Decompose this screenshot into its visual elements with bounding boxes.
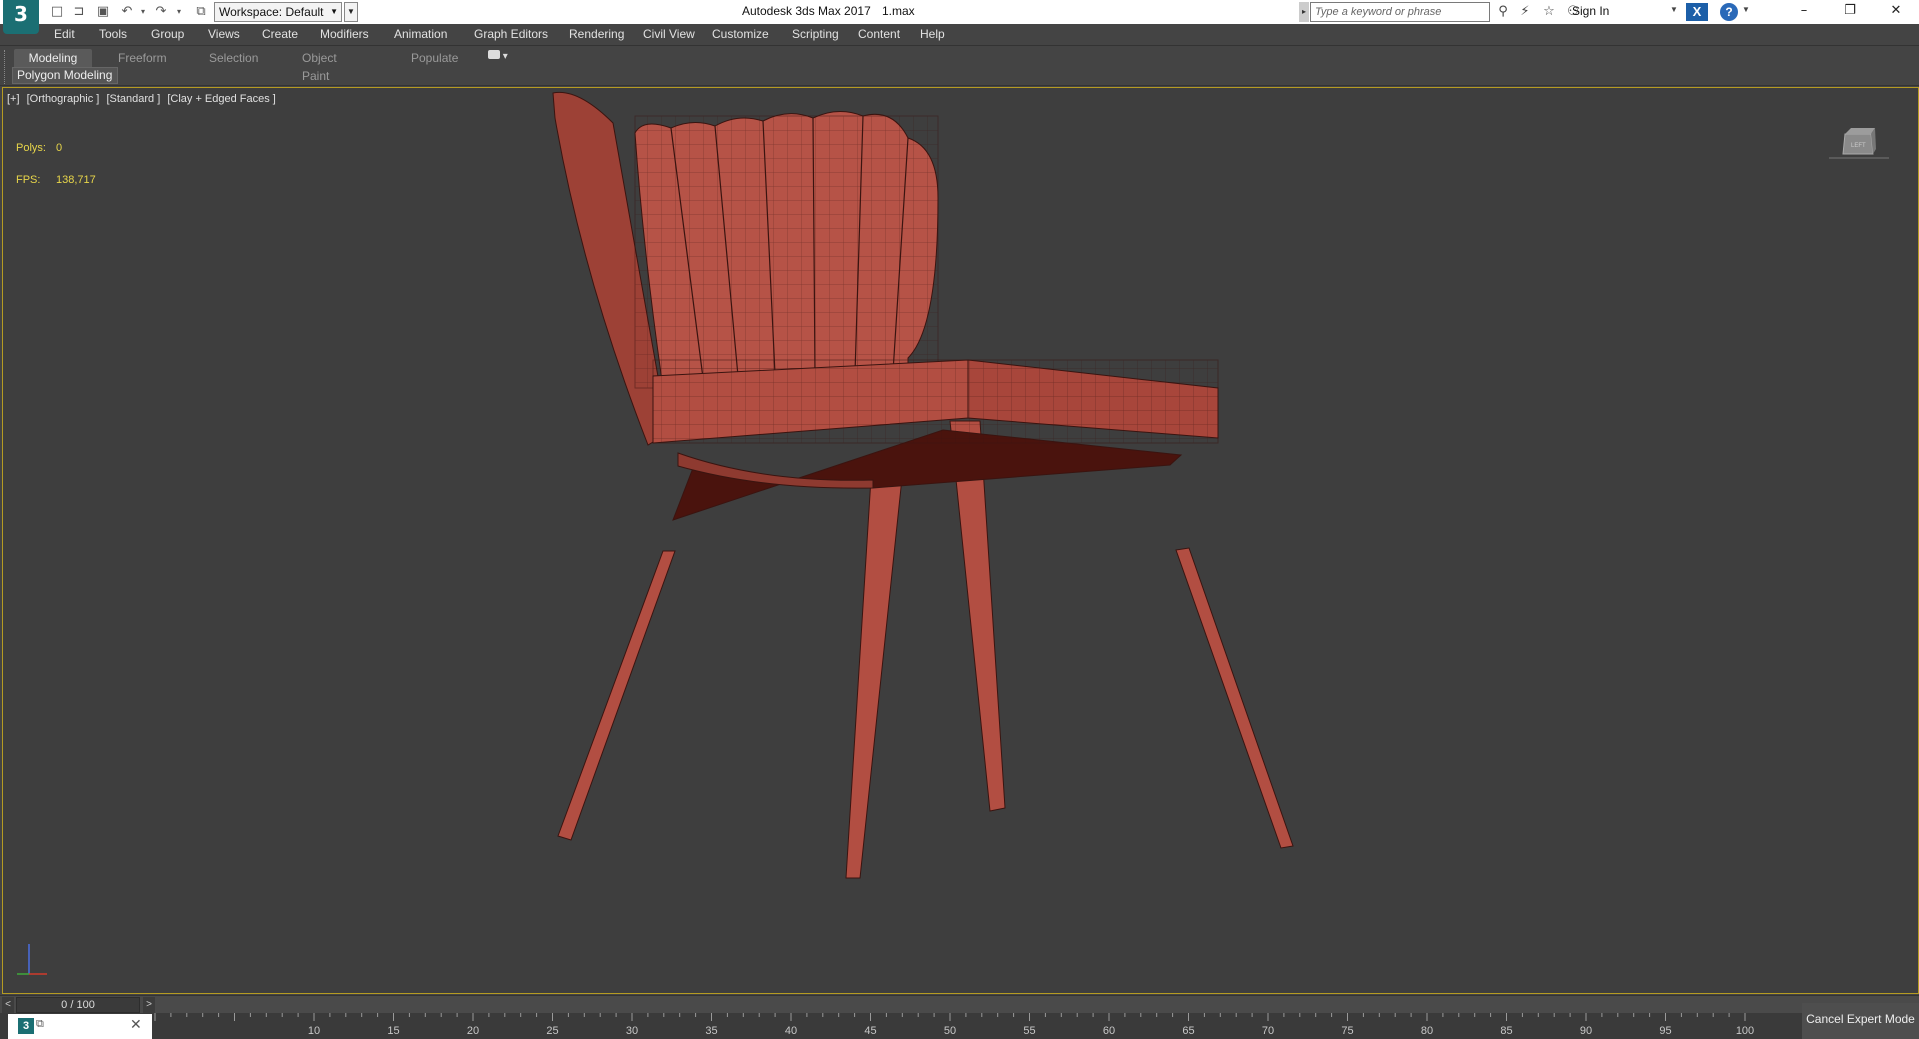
binoculars-icon[interactable]: ⚲ xyxy=(1494,3,1512,21)
close-icon[interactable]: ✕ xyxy=(130,1017,142,1033)
track-bar-ruler: 10 15 20 25 30 35 40 45 50 55 60 65 70 75 80 85 90 95 100 xyxy=(154,1013,1754,1037)
restore-window-icon[interactable]: ⧉ xyxy=(36,1018,44,1031)
redo-dropdown-icon[interactable]: ▾ xyxy=(170,3,188,21)
search-expand-icon[interactable]: ▸ xyxy=(1299,2,1309,22)
viewport-orthographic[interactable]: [+] [Orthographic ] [Standard ] [Clay + … xyxy=(2,87,1919,994)
ruler-tick-label: 55 xyxy=(1023,1025,1035,1037)
ruler-tick-label: 35 xyxy=(705,1025,717,1037)
chair-leg-front-right xyxy=(1175,547,1294,849)
chair-mesh xyxy=(552,91,1294,879)
ruler-tick-label: 95 xyxy=(1659,1025,1671,1037)
ribbon-divider xyxy=(0,85,1919,86)
axis-tripod-icon xyxy=(17,944,47,975)
restore-icon[interactable]: ❐ xyxy=(1827,0,1873,24)
menu-scripting[interactable]: Scripting xyxy=(792,27,839,41)
title-bar: 3 □ ⊐ ▣ ↶ ▾ ↷ ▾ ⧉ Workspace: Default ▼ ▼… xyxy=(0,0,1919,34)
communication-center-icon[interactable]: ⚡ xyxy=(1516,3,1534,21)
chair-model[interactable] xyxy=(3,88,1918,993)
tab-object-paint[interactable]: Object Paint xyxy=(302,49,337,83)
app-logo-icon[interactable]: 3 xyxy=(3,0,39,34)
tab-modeling[interactable]: Modeling xyxy=(14,49,92,67)
favorites-star-icon[interactable]: ☆ xyxy=(1540,3,1558,21)
workspace-dropdown[interactable]: Workspace: Default ▼ xyxy=(214,2,342,22)
ruler-tick-label: 100 xyxy=(1736,1025,1754,1037)
minimize-icon[interactable]: – xyxy=(1781,0,1827,24)
help-icon[interactable]: ? xyxy=(1720,3,1738,21)
new-file-icon[interactable]: □ xyxy=(48,3,66,21)
sign-in-link[interactable]: Sign In xyxy=(1572,4,1609,18)
menu-customize[interactable]: Customize xyxy=(712,27,769,41)
menu-views[interactable]: Views xyxy=(208,27,240,41)
menu-group[interactable]: Group xyxy=(151,27,184,41)
menu-create[interactable]: Create xyxy=(262,27,298,41)
time-slider[interactable]: < 0 / 100 > xyxy=(0,995,1919,1013)
undo-dropdown-icon[interactable]: ▾ xyxy=(134,3,152,21)
app-logo-icon[interactable]: 3 xyxy=(18,1018,34,1034)
tab-populate[interactable]: Populate xyxy=(411,49,458,67)
menu-graph-editors[interactable]: Graph Editors xyxy=(474,27,548,41)
ruler-tick-label: 60 xyxy=(1103,1025,1115,1037)
menu-modifiers[interactable]: Modifiers xyxy=(320,27,369,41)
time-slider-prev-button[interactable]: < xyxy=(2,997,14,1013)
ruler-tick-label: 80 xyxy=(1421,1025,1433,1037)
save-icon[interactable]: ▣ xyxy=(94,3,112,21)
ruler-tick-label: 45 xyxy=(864,1025,876,1037)
viewcube-icon[interactable]: LEFT xyxy=(1829,124,1889,166)
help-dropdown-icon[interactable]: ▼ xyxy=(1742,5,1750,14)
quick-access-customize-button[interactable]: ▼ xyxy=(344,2,358,22)
chevron-down-icon: ▼ xyxy=(330,7,338,16)
ribbon: Modeling Freeform Selection Object Paint… xyxy=(0,46,1919,86)
menu-animation[interactable]: Animation xyxy=(394,27,447,41)
search-input[interactable] xyxy=(1310,2,1490,22)
cancel-expert-mode-button[interactable]: Cancel Expert Mode xyxy=(1802,1003,1919,1039)
open-file-icon[interactable]: ⊐ xyxy=(70,3,88,21)
ruler-tick-label: 30 xyxy=(626,1025,638,1037)
ruler-tick-label: 65 xyxy=(1182,1025,1194,1037)
ribbon-display-options-button[interactable]: ▾ xyxy=(488,50,512,64)
ribbon-toggle-icon xyxy=(488,50,500,59)
ruler-tick-label: 90 xyxy=(1580,1025,1592,1037)
polygon-modeling-panel[interactable]: Polygon Modeling xyxy=(12,67,118,84)
ruler-tick-label: 50 xyxy=(944,1025,956,1037)
chair-leg-back-left xyxy=(557,550,676,841)
redo-icon[interactable]: ↷ xyxy=(152,3,170,21)
workspace-label: Workspace: Default xyxy=(219,5,324,19)
app-title: Autodesk 3ds Max 2017 xyxy=(742,4,871,18)
chair-seat-wire xyxy=(652,359,1219,444)
chair-leg-center-back xyxy=(845,477,903,879)
ruler-tick-label: 20 xyxy=(467,1025,479,1037)
project-folder-icon[interactable]: ⧉ xyxy=(192,3,210,21)
time-slider-handle[interactable]: 0 / 100 xyxy=(16,997,140,1013)
menu-edit[interactable]: Edit xyxy=(54,27,75,41)
menu-civil-view[interactable]: Civil View xyxy=(643,27,695,41)
ruler-tick-label: 40 xyxy=(785,1025,797,1037)
time-slider-next-button[interactable]: > xyxy=(143,997,155,1013)
menu-content[interactable]: Content xyxy=(858,27,900,41)
tab-selection[interactable]: Selection xyxy=(209,49,258,67)
menu-tools[interactable]: Tools xyxy=(99,27,127,41)
ruler-tick-label: 75 xyxy=(1341,1025,1353,1037)
file-name: 1.max xyxy=(882,4,915,18)
viewcube-face-label: LEFT xyxy=(1851,143,1866,149)
autodesk-exchange-icon[interactable]: X xyxy=(1686,3,1708,21)
ribbon-grip[interactable] xyxy=(4,50,7,84)
minimized-window-panel: 3 ⧉ ✕ xyxy=(8,1014,152,1039)
close-icon[interactable]: ✕ xyxy=(1873,0,1919,24)
menu-help[interactable]: Help xyxy=(920,27,945,41)
tab-freeform[interactable]: Freeform xyxy=(118,49,167,67)
ruler-tick-label: 25 xyxy=(546,1025,558,1037)
sign-in-dropdown-icon[interactable]: ▼ xyxy=(1670,5,1678,14)
menu-rendering[interactable]: Rendering xyxy=(569,27,624,41)
track-bar[interactable]: 10 15 20 25 30 35 40 45 50 55 60 65 70 75 80 85 90 95 100 xyxy=(0,1013,1919,1039)
ruler-tick-label: 85 xyxy=(1500,1025,1512,1037)
ruler-tick-label: 70 xyxy=(1262,1025,1274,1037)
ruler-tick-label: 10 xyxy=(308,1025,320,1037)
chevron-down-icon: ▾ xyxy=(500,51,508,62)
menu-bar: Edit Tools Group Views Create Modifiers … xyxy=(0,24,1919,46)
chair-backrest-wire xyxy=(634,115,939,389)
ruler-tick-label: 15 xyxy=(387,1025,399,1037)
